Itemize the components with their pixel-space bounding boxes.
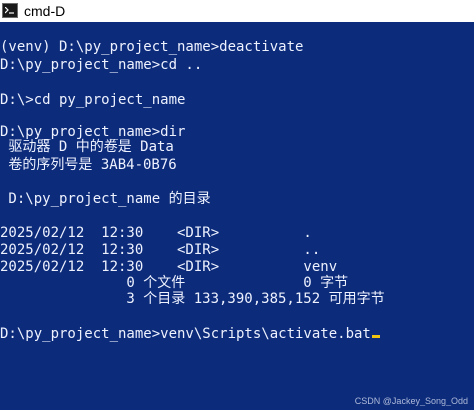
console-line: (venv) D:\py_project_name>deactivate — [0, 39, 304, 55]
console-line: D:\py_project_name 的目录 — [0, 191, 211, 207]
watermark: CSDN @Jackey_Song_Odd — [354, 396, 468, 406]
text-cursor — [371, 335, 380, 338]
command-prompt-line[interactable]: D:\py_project_name>venv\Scripts\activate… — [0, 325, 380, 343]
dir-count-summary: 3 个目录 133,390,385,152 可用字节 — [0, 291, 385, 307]
console-line: 卷的序列号是 3AB4-0B76 — [0, 157, 177, 173]
directory-entry-row: 2025/02/12 12:30 <DIR> . — [0, 225, 312, 241]
console-line: D:\>cd py_project_name — [0, 92, 186, 108]
terminal-window: cmd-D (venv) D:\py_project_name>deactiva… — [0, 0, 474, 410]
console-line: D:\py_project_name>cd .. — [0, 57, 203, 73]
directory-entry-row: 2025/02/12 12:30 <DIR> .. — [0, 242, 321, 258]
current-command: D:\py_project_name>venv\Scripts\activate… — [0, 326, 371, 342]
title-bar[interactable]: cmd-D — [0, 0, 474, 22]
terminal-icon — [2, 3, 18, 18]
window-title: cmd-D — [24, 3, 66, 19]
console-output[interactable]: (venv) D:\py_project_name>deactivate D:\… — [0, 22, 474, 410]
console-line: 驱动器 D 中的卷是 Data — [0, 139, 174, 155]
